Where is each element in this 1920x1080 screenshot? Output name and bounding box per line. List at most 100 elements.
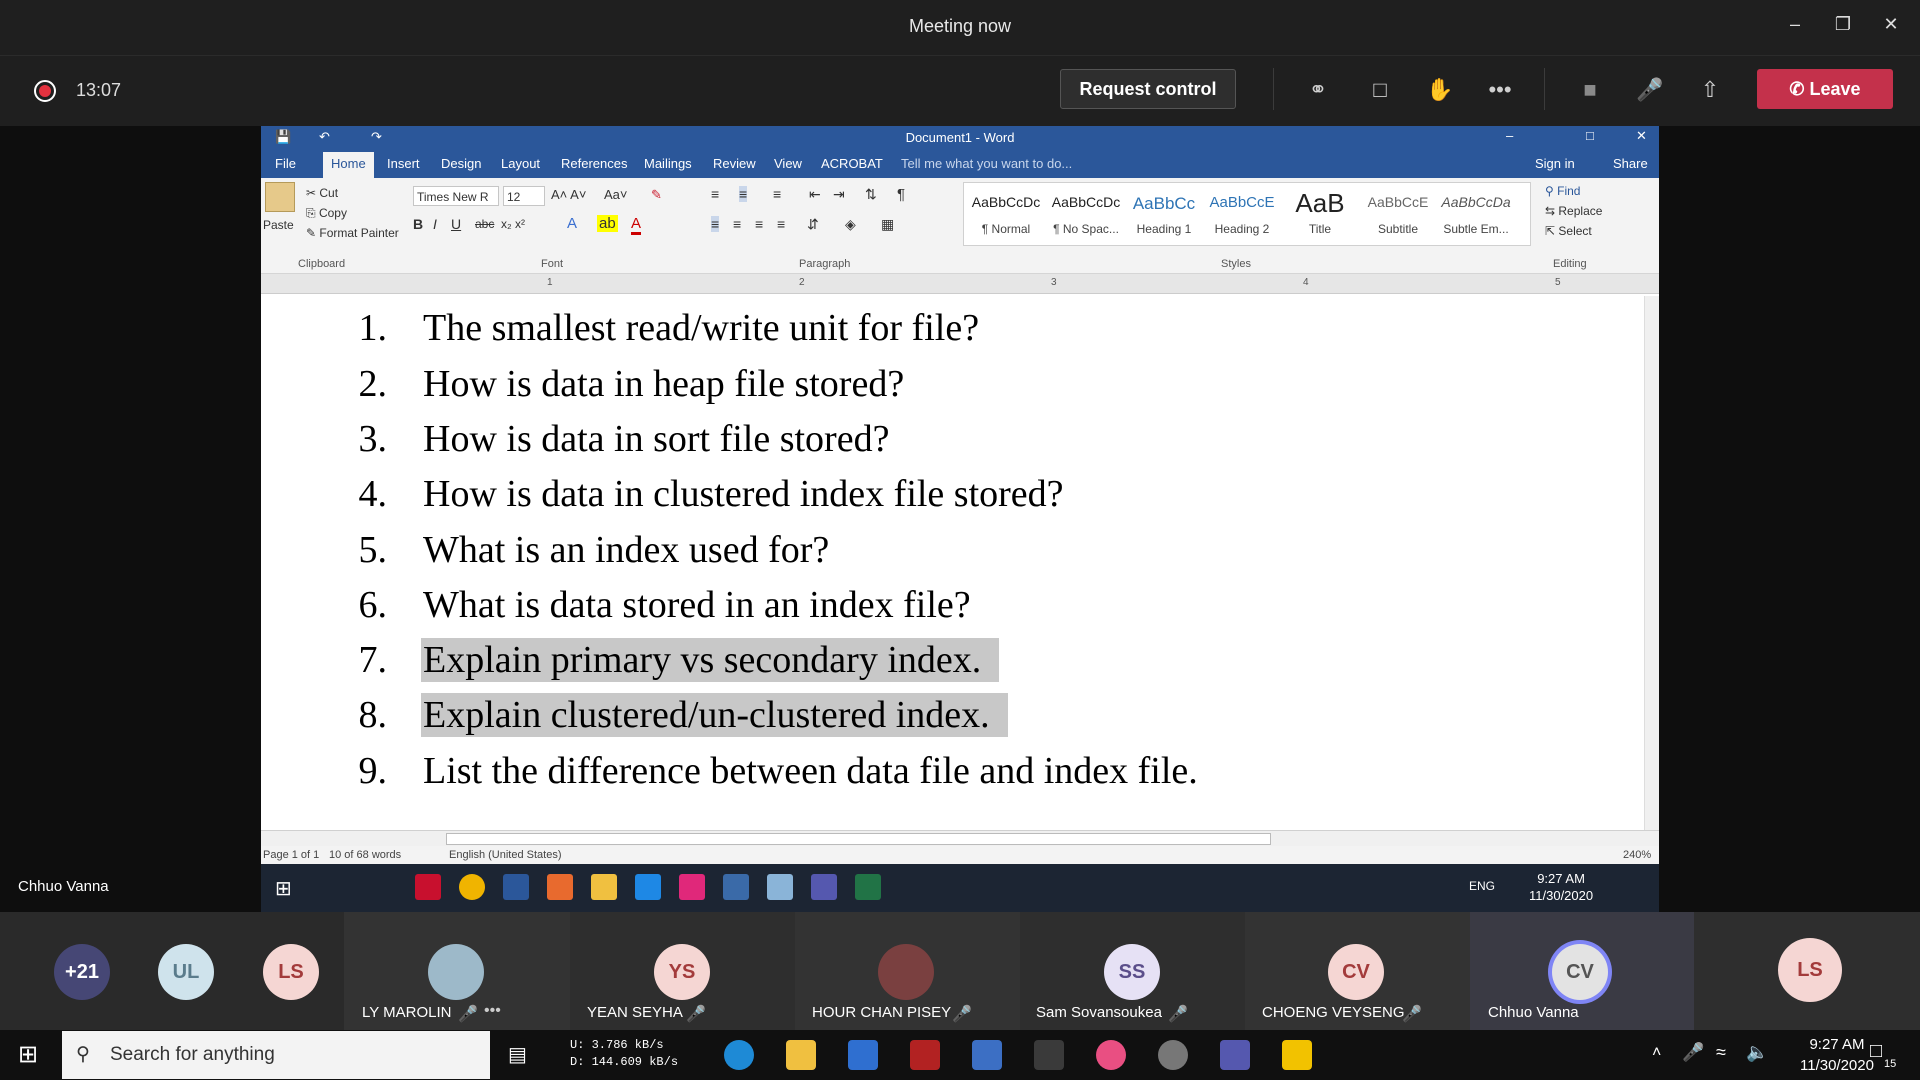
- show-formatting-icon[interactable]: ¶: [897, 186, 905, 203]
- leave-button[interactable]: ✆ Leave: [1757, 69, 1893, 109]
- shading-icon[interactable]: ◈: [845, 216, 856, 233]
- paste-button[interactable]: Paste: [263, 218, 294, 232]
- paste-icon[interactable]: [265, 182, 295, 212]
- file-explorer-icon[interactable]: [786, 1040, 816, 1070]
- more-options-icon[interactable]: •••: [484, 1002, 501, 1020]
- language-status[interactable]: English (United States): [449, 849, 562, 861]
- volume-icon[interactable]: 🔈: [1746, 1042, 1768, 1063]
- zoom-level[interactable]: 240%: [1623, 849, 1651, 861]
- taskbar-search[interactable]: ⚲ Search for anything: [62, 1031, 490, 1079]
- document-page[interactable]: 1. The smallest read/write unit for file?…: [279, 296, 1639, 874]
- share-button[interactable]: Share: [1613, 156, 1648, 171]
- replace-button[interactable]: ⇆ Replace: [1545, 204, 1602, 218]
- app-icon[interactable]: [547, 874, 573, 900]
- align-right-icon[interactable]: ≡: [755, 216, 763, 232]
- task-view-icon[interactable]: ▤: [508, 1042, 527, 1067]
- raise-hand-icon[interactable]: ✋: [1424, 74, 1456, 106]
- acrobat-icon[interactable]: [1034, 1040, 1064, 1070]
- more-options-icon[interactable]: •••: [1484, 74, 1516, 106]
- taskbar-clock[interactable]: 9:27 AM 11/30/2020: [1800, 1034, 1874, 1076]
- page-count[interactable]: Page 1 of 1: [263, 849, 319, 861]
- wifi-icon[interactable]: ≈: [1716, 1042, 1726, 1063]
- app-icon[interactable]: [679, 874, 705, 900]
- justify-icon[interactable]: ≡: [777, 216, 785, 232]
- teams-icon[interactable]: [1220, 1040, 1250, 1070]
- media-player-icon[interactable]: [1158, 1040, 1188, 1070]
- restore-icon[interactable]: ❐: [1828, 14, 1858, 40]
- tab-view[interactable]: View: [774, 156, 802, 171]
- align-center-icon[interactable]: ≡: [733, 216, 741, 232]
- vscode-icon[interactable]: [635, 874, 661, 900]
- highlight-color-icon[interactable]: ab: [597, 215, 618, 232]
- style-normal[interactable]: AaBbCcDc ¶ Normal: [967, 186, 1045, 238]
- clear-formatting-icon[interactable]: ✎: [651, 187, 662, 203]
- sort-icon[interactable]: ⇅: [865, 186, 877, 203]
- find-button[interactable]: ⚲ Find: [1545, 184, 1580, 198]
- teams-icon[interactable]: [811, 874, 837, 900]
- acrobat-icon[interactable]: [415, 874, 441, 900]
- style-heading-1[interactable]: AaBbCc Heading 1: [1125, 186, 1203, 238]
- tell-me-box[interactable]: Tell me what you want to do...: [901, 156, 1072, 171]
- tab-references[interactable]: References: [561, 156, 627, 171]
- avatar[interactable]: UL: [158, 944, 214, 1000]
- style-subtle-emphasis[interactable]: AaBbCcDa Subtle Em...: [1437, 186, 1515, 238]
- tab-review[interactable]: Review: [713, 156, 756, 171]
- tab-layout[interactable]: Layout: [501, 156, 540, 171]
- change-case-icon[interactable]: Aa˅: [604, 187, 628, 202]
- text-effects-icon[interactable]: A: [567, 215, 577, 232]
- sign-in-link[interactable]: Sign in: [1535, 156, 1575, 171]
- store-icon[interactable]: [972, 1040, 1002, 1070]
- format-painter-button[interactable]: ✎ Format Painter: [306, 226, 399, 240]
- app-icon[interactable]: [910, 1040, 940, 1070]
- participants-icon[interactable]: ⚭: [1302, 74, 1334, 106]
- bullets-icon[interactable]: ≡: [711, 186, 719, 202]
- windows-start-icon[interactable]: ⊞: [18, 1040, 38, 1069]
- chrome-icon[interactable]: [459, 874, 485, 900]
- italic-button[interactable]: I: [433, 216, 437, 232]
- app-icon[interactable]: [1282, 1040, 1312, 1070]
- subscript-button[interactable]: x₂ x²: [501, 217, 525, 231]
- windows-start-icon[interactable]: ⊞: [275, 876, 292, 901]
- inner-clock[interactable]: 9:27 AM 11/30/2020: [1529, 870, 1593, 904]
- font-color-icon[interactable]: A: [631, 215, 642, 235]
- grow-font-icon[interactable]: A˄ A˅: [551, 187, 586, 202]
- word-icon[interactable]: [503, 874, 529, 900]
- copy-button[interactable]: ⎘ Copy: [306, 206, 347, 221]
- style-no-spacing[interactable]: AaBbCcDc ¶ No Spac...: [1047, 186, 1125, 238]
- vertical-scrollbar[interactable]: [1644, 296, 1659, 830]
- tray-chevron-icon[interactable]: ˄: [1652, 1044, 1661, 1062]
- align-left-icon[interactable]: ≡: [711, 216, 720, 232]
- more-participants-badge[interactable]: +21: [54, 944, 110, 1000]
- minimize-icon[interactable]: –: [1780, 14, 1810, 40]
- bold-button[interactable]: B: [413, 216, 423, 232]
- camera-off-icon[interactable]: ■: [1574, 74, 1606, 106]
- notifications-icon[interactable]: □: [1870, 1040, 1882, 1063]
- multilevel-list-icon[interactable]: ≡: [773, 186, 781, 202]
- underline-button[interactable]: U: [451, 216, 461, 232]
- file-explorer-icon[interactable]: [591, 874, 617, 900]
- increase-indent-icon[interactable]: ⇥: [833, 186, 845, 203]
- tab-mailings[interactable]: Mailings: [644, 156, 692, 171]
- borders-icon[interactable]: ▦: [881, 216, 894, 233]
- avatar[interactable]: LS: [263, 944, 319, 1000]
- app-icon[interactable]: [723, 874, 749, 900]
- word-minimize-icon[interactable]: –: [1506, 128, 1513, 143]
- horizontal-scrollbar[interactable]: [261, 830, 1659, 846]
- numbering-icon[interactable]: ≡: [739, 186, 748, 202]
- word-close-icon[interactable]: ✕: [1636, 128, 1647, 144]
- word-maximize-icon[interactable]: □: [1586, 128, 1594, 143]
- style-title[interactable]: AaB Title: [1281, 186, 1359, 238]
- itunes-icon[interactable]: [1096, 1040, 1126, 1070]
- close-icon[interactable]: ✕: [1876, 14, 1906, 40]
- input-language[interactable]: ENG: [1469, 879, 1495, 893]
- request-control-button[interactable]: Request control: [1060, 69, 1236, 109]
- scroll-thumb[interactable]: [446, 833, 1271, 845]
- strikethrough-button[interactable]: abc: [475, 217, 494, 231]
- cut-button[interactable]: ✂ Cut: [306, 186, 338, 200]
- edge-icon[interactable]: [724, 1040, 754, 1070]
- tab-acrobat[interactable]: ACROBAT: [821, 156, 883, 171]
- font-size-select[interactable]: 12: [503, 186, 545, 206]
- style-subtitle[interactable]: AaBbCcE Subtitle: [1359, 186, 1437, 238]
- word-count[interactable]: 10 of 68 words: [329, 849, 401, 861]
- chat-icon[interactable]: □: [1364, 74, 1396, 106]
